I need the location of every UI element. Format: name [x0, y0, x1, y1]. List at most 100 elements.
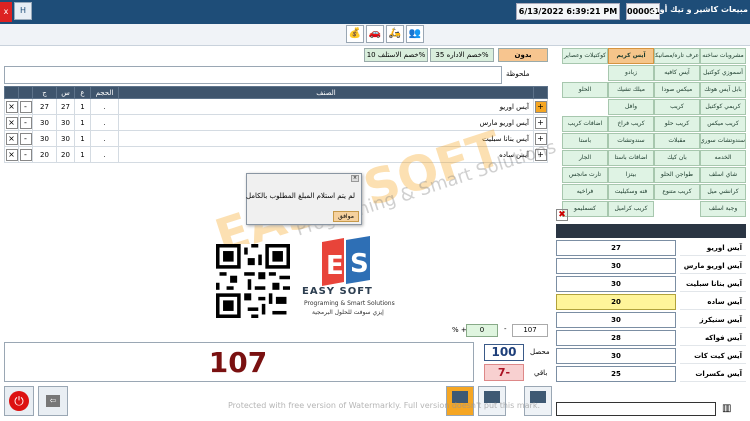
category-button[interactable]: عرف تاره/مصانيكا	[654, 48, 700, 64]
category-button[interactable]: أسموزي كوكتيل	[700, 65, 746, 81]
product-row[interactable]: 30 آيس بنانا سبليت	[556, 276, 746, 292]
category-button[interactable]: فراخيه	[562, 184, 608, 200]
category-button[interactable]: آيس كافيه	[654, 65, 700, 81]
decrease-qty-button[interactable]: -	[19, 100, 32, 113]
category-button[interactable]: ميلك تشيك	[608, 82, 654, 98]
category-button[interactable]: وافل	[608, 99, 654, 115]
category-button[interactable]: وجبة اسلف	[700, 201, 746, 217]
category-button[interactable]: اضافات باستا	[608, 150, 654, 166]
minus-cell: -	[18, 114, 33, 131]
category-button[interactable]: بيتزا	[608, 167, 654, 183]
delivery-icon[interactable]: 🛵	[386, 25, 404, 43]
category-button[interactable]: كريب	[654, 99, 700, 115]
category-button[interactable]: الحلو	[562, 82, 608, 98]
order-items-table: ج س ع الحجم الصنف × - 27 27 1 . آيس اوري…	[4, 86, 548, 163]
item-size: .	[90, 146, 119, 163]
product-row[interactable]: 30 آيس اوريو مارس	[556, 258, 746, 274]
category-button[interactable]: كريب فراخ	[608, 116, 654, 132]
category-button[interactable]: كريب كراميل	[608, 201, 654, 217]
delete-item-button[interactable]: ×	[5, 116, 18, 129]
table-row[interactable]: × - 27 27 1 . آيس اوريو +	[4, 98, 548, 115]
category-button[interactable]: فته وسكيليت	[608, 184, 654, 200]
item-size: .	[90, 130, 119, 147]
product-price: 27	[556, 240, 676, 256]
cash-bag-icon[interactable]: 💰	[346, 25, 364, 43]
delete-item-button[interactable]: ×	[5, 132, 18, 145]
col-qty: ع	[74, 86, 91, 99]
table-row[interactable]: × - 30 30 1 . آيس بنانا سبليت +	[4, 130, 548, 147]
category-button[interactable]: ميكس صودا	[654, 82, 700, 98]
product-row[interactable]: 28 آيس فواكه	[556, 330, 746, 346]
decrease-qty-button[interactable]: -	[19, 116, 32, 129]
alert-dialog: × لم يتم استلام المبلغ المطلوب بالكامل م…	[246, 173, 362, 225]
percent-input[interactable]: 0	[466, 324, 498, 337]
discount-none-button[interactable]: بدون	[498, 48, 548, 62]
toolbar: 💰 🚗 🛵 👥	[0, 24, 750, 46]
decrease-qty-button[interactable]: -	[19, 132, 32, 145]
category-button[interactable]: الخدمه	[700, 150, 746, 166]
table-row[interactable]: × - 30 30 1 . آيس اوريو مارس +	[4, 114, 548, 131]
product-name: آيس اوريو مارس	[680, 258, 746, 274]
category-button-selected[interactable]: آيس كريم	[608, 48, 654, 64]
delete-item-button[interactable]: ×	[5, 100, 18, 113]
svg-text:E: E	[326, 251, 344, 281]
category-button[interactable]: تارت مانجس	[562, 167, 608, 183]
discount-admin35-button[interactable]: خصم الاداره 35%	[430, 48, 494, 62]
table-row[interactable]: × - 20 20 1 . آيس ساده +	[4, 146, 548, 163]
close-icon[interactable]: ×	[351, 175, 359, 182]
category-button[interactable]: بان كيك	[654, 150, 700, 166]
category-button[interactable]: زبادو	[608, 65, 654, 81]
h-button[interactable]: H	[14, 2, 32, 20]
unit-price: 30	[56, 114, 75, 131]
watermarkly-note: Protected with free version of Watermark…	[228, 401, 540, 410]
category-button[interactable]: كوكتيلات وعصاير	[562, 48, 608, 64]
grand-total: 107	[208, 346, 268, 379]
logo-tagline: Programing & Smart Solutions	[304, 300, 395, 307]
close-product-list-icon[interactable]: ✖	[556, 209, 568, 221]
product-price: 30	[556, 348, 676, 364]
category-button[interactable]: باستا	[562, 133, 608, 149]
category-button[interactable]: مقبلات	[654, 133, 700, 149]
delete-item-button[interactable]: ×	[5, 148, 18, 161]
increase-qty-button[interactable]: +	[534, 116, 547, 129]
paid-amount-input[interactable]: 100	[484, 344, 524, 361]
product-row[interactable]: 27 آيس اوريو	[556, 240, 746, 256]
exit-button[interactable]: ⇦	[38, 386, 68, 416]
quantity: 1	[74, 146, 91, 163]
col-price: س	[56, 86, 75, 99]
category-button[interactable]: سندوتشات سوري	[700, 133, 746, 149]
power-button[interactable]: ⏻	[4, 386, 34, 416]
category-button[interactable]: شاي اسلف	[700, 167, 746, 183]
decrease-qty-button[interactable]: -	[19, 148, 32, 161]
category-button[interactable]: كريمي كوكتيل	[700, 99, 746, 115]
product-row-selected[interactable]: 20 آيس ساده	[556, 294, 746, 310]
category-button[interactable]: طواجن الحلو	[654, 167, 700, 183]
product-row[interactable]: 30 آيس كيت كات	[556, 348, 746, 364]
note-field[interactable]	[4, 66, 502, 84]
discount-outlet10-button[interactable]: خصم الاستلف 10%	[364, 48, 428, 62]
category-button[interactable]: الجار	[562, 150, 608, 166]
category-button[interactable]: كرانشي ميل	[700, 184, 746, 200]
barcode-input[interactable]	[556, 402, 716, 416]
col-plus	[533, 86, 548, 99]
subtotal-field[interactable]: 107	[512, 324, 548, 337]
dialog-ok-button[interactable]: موافق	[333, 211, 359, 222]
category-button[interactable]: كريب متنوع	[654, 184, 700, 200]
window-close-button[interactable]: x	[0, 2, 12, 22]
category-button[interactable]: كسمليمو	[562, 201, 608, 217]
category-button[interactable]: بابل آيس هوتك	[700, 82, 746, 98]
increase-qty-button[interactable]: +	[534, 100, 547, 113]
increase-qty-button[interactable]: +	[534, 148, 547, 161]
category-button[interactable]: مشروبات ساخنه	[700, 48, 746, 64]
increase-qty-button[interactable]: +	[534, 132, 547, 145]
car-icon[interactable]: 🚗	[366, 25, 384, 43]
category-button[interactable]: كريب حلو	[654, 116, 700, 132]
product-name: آيس سنيكرز	[680, 312, 746, 328]
item-size: .	[90, 98, 119, 115]
category-button[interactable]: كريب ميكس	[700, 116, 746, 132]
product-row[interactable]: 30 آيس سنيكرز	[556, 312, 746, 328]
group-icon[interactable]: 👥	[406, 25, 424, 43]
category-button[interactable]: سندوتشات	[608, 133, 654, 149]
product-row[interactable]: 25 آيس مكسرات	[556, 366, 746, 382]
category-button[interactable]: اضافات كريب	[562, 116, 608, 132]
